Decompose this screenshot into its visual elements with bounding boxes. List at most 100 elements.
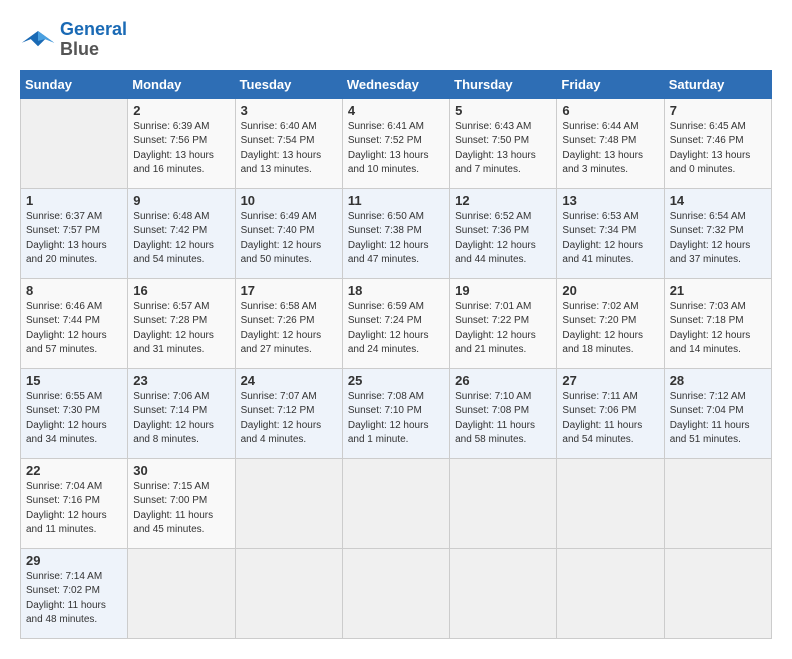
logo-icon <box>20 26 56 54</box>
day-info: Sunrise: 7:11 AMSunset: 7:06 PMDaylight:… <box>562 390 658 448</box>
day-number: 6 <box>562 103 658 118</box>
calendar-day-cell: 10Sunrise: 6:49 AMSunset: 7:40 PMDayligh… <box>235 188 342 278</box>
calendar-day-cell: 22Sunrise: 7:04 AMSunset: 7:16 PMDayligh… <box>21 458 128 548</box>
column-header-monday: Monday <box>128 70 235 98</box>
day-number: 25 <box>348 373 444 388</box>
day-info: Sunrise: 7:06 AMSunset: 7:14 PMDaylight:… <box>133 390 229 448</box>
day-number: 20 <box>562 283 658 298</box>
calendar-day-cell: 27 Sunrise: 7:11 AMSunset: 7:06 PMDayligh… <box>557 368 664 458</box>
calendar-day-cell: 8 Sunrise: 6:46 AMSunset: 7:44 PMDaylight… <box>21 278 128 368</box>
calendar-day-cell <box>235 458 342 548</box>
day-info: Sunrise: 7:15 AMSunset: 7:00 PMDaylight:… <box>133 480 229 538</box>
day-info: Sunrise: 6:59 AMSunset: 7:24 PMDaylight:… <box>348 300 444 358</box>
day-info: Sunrise: 6:41 AMSunset: 7:52 PMDaylight:… <box>348 120 444 178</box>
day-number: 27 <box>562 373 658 388</box>
day-number: 7 <box>670 103 766 118</box>
calendar-day-cell <box>664 548 771 638</box>
calendar-week-row: 2 Sunrise: 6:39 AMSunset: 7:56 PMDaylight… <box>21 98 772 188</box>
calendar-day-cell: 11 Sunrise: 6:50 AMSunset: 7:38 PMDayligh… <box>342 188 449 278</box>
calendar-day-cell: 9 Sunrise: 6:48 AMSunset: 7:42 PMDaylight… <box>128 188 235 278</box>
calendar-day-cell: 20Sunrise: 7:02 AMSunset: 7:20 PMDayligh… <box>557 278 664 368</box>
calendar-day-cell <box>664 458 771 548</box>
calendar-header-row: SundayMondayTuesdayWednesdayThursdayFrid… <box>21 70 772 98</box>
calendar-day-cell <box>557 458 664 548</box>
column-header-saturday: Saturday <box>664 70 771 98</box>
day-number: 14 <box>670 193 766 208</box>
calendar-day-cell <box>342 548 449 638</box>
calendar-day-cell: 17 Sunrise: 6:58 AMSunset: 7:26 PMDayligh… <box>235 278 342 368</box>
day-number: 23 <box>133 373 229 388</box>
day-info: Sunrise: 7:08 AMSunset: 7:10 PMDaylight:… <box>348 390 444 448</box>
calendar-day-cell <box>128 548 235 638</box>
logo-text: GeneralBlue <box>60 20 127 60</box>
calendar-day-cell: 28 Sunrise: 7:12 AMSunset: 7:04 PMDayligh… <box>664 368 771 458</box>
day-number: 10 <box>241 193 337 208</box>
calendar-day-cell: 4Sunrise: 6:41 AMSunset: 7:52 PMDaylight… <box>342 98 449 188</box>
calendar-week-row: 1Sunrise: 6:37 AMSunset: 7:57 PMDaylight… <box>21 188 772 278</box>
day-number: 13 <box>562 193 658 208</box>
day-info: Sunrise: 6:39 AMSunset: 7:56 PMDaylight:… <box>133 120 229 178</box>
day-info: Sunrise: 6:46 AMSunset: 7:44 PMDaylight:… <box>26 300 122 358</box>
day-number: 9 <box>133 193 229 208</box>
calendar-day-cell: 1Sunrise: 6:37 AMSunset: 7:57 PMDaylight… <box>21 188 128 278</box>
day-info: Sunrise: 6:37 AMSunset: 7:57 PMDaylight:… <box>26 210 122 268</box>
calendar-day-cell: 15Sunrise: 6:55 AMSunset: 7:30 PMDayligh… <box>21 368 128 458</box>
column-header-friday: Friday <box>557 70 664 98</box>
day-info: Sunrise: 7:10 AMSunset: 7:08 PMDaylight:… <box>455 390 551 448</box>
day-info: Sunrise: 6:50 AMSunset: 7:38 PMDaylight:… <box>348 210 444 268</box>
calendar-day-cell: 23 Sunrise: 7:06 AMSunset: 7:14 PMDayligh… <box>128 368 235 458</box>
day-number: 15 <box>26 373 122 388</box>
calendar-day-cell <box>235 548 342 638</box>
calendar-day-cell <box>342 458 449 548</box>
day-info: Sunrise: 7:03 AMSunset: 7:18 PMDaylight:… <box>670 300 766 358</box>
calendar-day-cell: 30 Sunrise: 7:15 AMSunset: 7:00 PMDayligh… <box>128 458 235 548</box>
day-number: 5 <box>455 103 551 118</box>
day-info: Sunrise: 7:12 AMSunset: 7:04 PMDaylight:… <box>670 390 766 448</box>
day-number: 19 <box>455 283 551 298</box>
calendar-day-cell: 16 Sunrise: 6:57 AMSunset: 7:28 PMDayligh… <box>128 278 235 368</box>
day-info: Sunrise: 6:43 AMSunset: 7:50 PMDaylight:… <box>455 120 551 178</box>
day-info: Sunrise: 7:01 AMSunset: 7:22 PMDaylight:… <box>455 300 551 358</box>
day-info: Sunrise: 6:52 AMSunset: 7:36 PMDaylight:… <box>455 210 551 268</box>
calendar-table: SundayMondayTuesdayWednesdayThursdayFrid… <box>20 70 772 639</box>
day-info: Sunrise: 6:57 AMSunset: 7:28 PMDaylight:… <box>133 300 229 358</box>
calendar-day-cell <box>450 458 557 548</box>
calendar-day-cell: 21 Sunrise: 7:03 AMSunset: 7:18 PMDayligh… <box>664 278 771 368</box>
day-number: 8 <box>26 283 122 298</box>
calendar-week-row: 22Sunrise: 7:04 AMSunset: 7:16 PMDayligh… <box>21 458 772 548</box>
column-header-tuesday: Tuesday <box>235 70 342 98</box>
column-header-thursday: Thursday <box>450 70 557 98</box>
day-number: 30 <box>133 463 229 478</box>
calendar-week-row: 8 Sunrise: 6:46 AMSunset: 7:44 PMDaylight… <box>21 278 772 368</box>
calendar-day-cell: 6 Sunrise: 6:44 AMSunset: 7:48 PMDaylight… <box>557 98 664 188</box>
calendar-day-cell <box>557 548 664 638</box>
day-number: 22 <box>26 463 122 478</box>
day-number: 21 <box>670 283 766 298</box>
calendar-week-row: 15Sunrise: 6:55 AMSunset: 7:30 PMDayligh… <box>21 368 772 458</box>
day-info: Sunrise: 6:54 AMSunset: 7:32 PMDaylight:… <box>670 210 766 268</box>
day-number: 11 <box>348 193 444 208</box>
day-number: 28 <box>670 373 766 388</box>
day-info: Sunrise: 6:40 AMSunset: 7:54 PMDaylight:… <box>241 120 337 178</box>
calendar-day-cell: 24Sunrise: 7:07 AMSunset: 7:12 PMDayligh… <box>235 368 342 458</box>
calendar-day-cell: 13Sunrise: 6:53 AMSunset: 7:34 PMDayligh… <box>557 188 664 278</box>
day-info: Sunrise: 7:07 AMSunset: 7:12 PMDaylight:… <box>241 390 337 448</box>
calendar-day-cell <box>21 98 128 188</box>
day-info: Sunrise: 6:48 AMSunset: 7:42 PMDaylight:… <box>133 210 229 268</box>
calendar-day-cell <box>450 548 557 638</box>
day-info: Sunrise: 6:45 AMSunset: 7:46 PMDaylight:… <box>670 120 766 178</box>
day-number: 16 <box>133 283 229 298</box>
day-number: 26 <box>455 373 551 388</box>
calendar-day-cell: 5 Sunrise: 6:43 AMSunset: 7:50 PMDaylight… <box>450 98 557 188</box>
column-header-sunday: Sunday <box>21 70 128 98</box>
column-header-wednesday: Wednesday <box>342 70 449 98</box>
calendar-day-cell: 19 Sunrise: 7:01 AMSunset: 7:22 PMDayligh… <box>450 278 557 368</box>
day-number: 17 <box>241 283 337 298</box>
day-number: 2 <box>133 103 229 118</box>
calendar-day-cell: 12Sunrise: 6:52 AMSunset: 7:36 PMDayligh… <box>450 188 557 278</box>
calendar-day-cell: 2 Sunrise: 6:39 AMSunset: 7:56 PMDaylight… <box>128 98 235 188</box>
calendar-day-cell: 18Sunrise: 6:59 AMSunset: 7:24 PMDayligh… <box>342 278 449 368</box>
calendar-week-row: 29Sunrise: 7:14 AMSunset: 7:02 PMDayligh… <box>21 548 772 638</box>
day-info: Sunrise: 6:58 AMSunset: 7:26 PMDaylight:… <box>241 300 337 358</box>
day-info: Sunrise: 6:44 AMSunset: 7:48 PMDaylight:… <box>562 120 658 178</box>
